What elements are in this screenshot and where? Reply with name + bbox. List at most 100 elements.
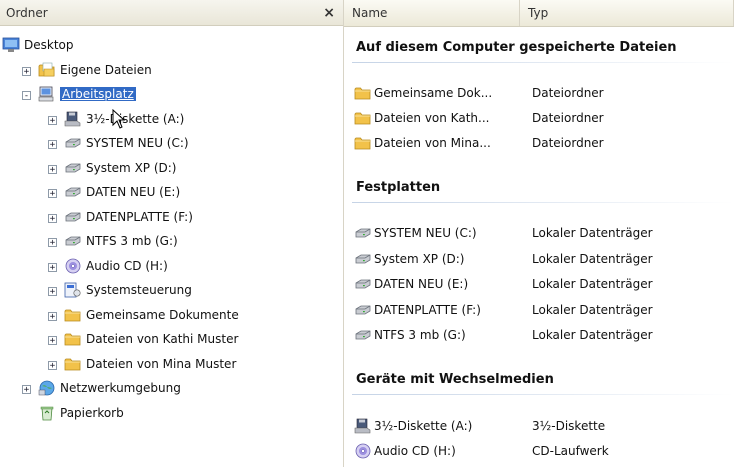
- item-type: Lokaler Datenträger: [532, 251, 653, 266]
- tree-item-label[interactable]: Systemsteuerung: [86, 283, 192, 297]
- tree-item[interactable]: + DATENPLATTE (F:): [0, 206, 343, 231]
- expand-toggle[interactable]: +: [48, 360, 57, 370]
- list-item[interactable]: System XP (D:) Lokaler Datenträger: [354, 249, 724, 269]
- cd-drive-icon: [354, 443, 372, 459]
- my-computer-icon: [38, 86, 56, 104]
- list-item[interactable]: Gemeinsame Dok... Dateiordner: [354, 83, 724, 103]
- hard-drive-icon: [64, 135, 82, 153]
- tree-item-label[interactable]: Arbeitsplatz: [60, 87, 136, 101]
- expand-toggle[interactable]: +: [48, 140, 57, 150]
- tree-item-label[interactable]: Eigene Dateien: [60, 63, 152, 77]
- item-type: Lokaler Datenträger: [532, 302, 653, 317]
- cd-drive-icon: [64, 258, 82, 276]
- folder-pane-header: Ordner ×: [0, 0, 343, 26]
- tree-item-label[interactable]: DATEN NEU (E:): [86, 185, 180, 199]
- tree-item[interactable]: + Audio CD (H:): [0, 255, 343, 280]
- tree-item[interactable]: + DATEN NEU (E:): [0, 181, 343, 206]
- column-header-name[interactable]: Name: [344, 0, 520, 26]
- group-heading: Geräte mit Wechselmedien: [356, 372, 554, 387]
- item-type: Dateiordner: [532, 136, 604, 150]
- list-item[interactable]: DATEN NEU (E:) Lokaler Datenträger: [354, 274, 724, 294]
- network-icon: [38, 380, 56, 398]
- control-panel-icon: [64, 282, 82, 300]
- item-name: 3½-Diskette (A:): [374, 419, 473, 433]
- item-type: Lokaler Datenträger: [532, 277, 653, 291]
- group-divider: [352, 202, 734, 203]
- tree-item[interactable]: +3½-Diskette (A:): [0, 108, 343, 133]
- item-name: Gemeinsame Dok...: [374, 86, 493, 100]
- column-headers: Name Typ: [344, 0, 734, 27]
- tree-item[interactable]: Desktop: [0, 34, 343, 59]
- recycle-bin-icon: [38, 405, 56, 423]
- expand-toggle[interactable]: +: [22, 385, 31, 395]
- expand-toggle[interactable]: +: [48, 336, 57, 346]
- group-heading: Auf diesem Computer gespeicherte Dateien: [356, 40, 677, 55]
- collapse-toggle[interactable]: -: [22, 91, 31, 101]
- list-item[interactable]: Dateien von Mina... Dateiordner: [354, 133, 724, 153]
- folder-icon: [354, 110, 372, 126]
- folder-icon: [64, 356, 82, 374]
- item-name: Dateien von Mina...: [374, 136, 491, 150]
- floppy-drive-icon: [64, 111, 82, 129]
- hard-drive-icon: [64, 184, 82, 202]
- tree-item[interactable]: + System XP (D:): [0, 157, 343, 182]
- expand-toggle[interactable]: +: [48, 287, 57, 297]
- close-pane-button[interactable]: ×: [323, 5, 335, 21]
- contents-pane: Name Typ Auf diesem Computer gespeichert…: [344, 0, 734, 467]
- item-name: DATENPLATTE (F:): [374, 302, 481, 317]
- expand-toggle[interactable]: +: [48, 164, 57, 174]
- tree-item[interactable]: + SYSTEM NEU (C:): [0, 132, 343, 157]
- item-type: Dateiordner: [532, 111, 604, 125]
- tree-item[interactable]: + Gemeinsame Dokumente: [0, 304, 343, 329]
- tree-item-label[interactable]: Papierkorb: [60, 406, 124, 420]
- item-name: SYSTEM NEU (C:): [374, 226, 477, 240]
- tree-item-label[interactable]: Dateien von Kathi Muster: [86, 332, 238, 346]
- tree-item-label[interactable]: Dateien von Mina Muster: [86, 357, 236, 371]
- list-item[interactable]: DATENPLATTE (F:) Lokaler Datenträger: [354, 300, 724, 320]
- hard-drive-icon: [64, 233, 82, 251]
- tree-item[interactable]: + Eigene Dateien: [0, 59, 343, 84]
- item-type: Lokaler Datenträger: [532, 328, 653, 342]
- hard-drive-icon: [354, 276, 372, 292]
- expand-toggle[interactable]: +: [48, 189, 57, 199]
- folder-tree: Desktop + Eigene Dateien - Arbeitsplatz +3½-D…: [0, 34, 343, 426]
- tree-item-label[interactable]: SYSTEM NEU (C:): [86, 136, 189, 150]
- expand-toggle[interactable]: +: [48, 262, 57, 272]
- hard-drive-icon: [354, 251, 372, 267]
- list-item[interactable]: Dateien von Kath... Dateiordner: [354, 108, 724, 128]
- hard-drive-icon: [354, 302, 372, 318]
- tree-item[interactable]: Papierkorb: [0, 402, 343, 427]
- hard-drive-icon: [354, 327, 372, 343]
- expand-toggle[interactable]: +: [48, 115, 57, 125]
- tree-item[interactable]: + Dateien von Mina Muster: [0, 353, 343, 378]
- tree-item-label[interactable]: System XP (D:): [86, 161, 176, 175]
- tree-item[interactable]: - Arbeitsplatz: [0, 83, 343, 108]
- tree-item-label[interactable]: Netzwerkumgebung: [60, 381, 181, 395]
- folder-pane-title: Ordner: [6, 5, 48, 20]
- tree-item-label[interactable]: Audio CD (H:): [86, 259, 168, 273]
- item-type: CD-Laufwerk: [532, 444, 609, 458]
- tree-item-label[interactable]: Desktop: [24, 38, 74, 52]
- tree-item[interactable]: + Systemsteuerung: [0, 279, 343, 304]
- item-type: Dateiordner: [532, 86, 604, 100]
- item-type: 3½-Diskette: [532, 419, 606, 433]
- list-item[interactable]: SYSTEM NEU (C:) Lokaler Datenträger: [354, 223, 724, 243]
- tree-item-label[interactable]: 3½-Diskette (A:): [86, 112, 184, 126]
- group-heading: Festplatten: [356, 180, 441, 195]
- tree-item[interactable]: + Dateien von Kathi Muster: [0, 328, 343, 353]
- expand-toggle[interactable]: +: [48, 311, 57, 321]
- my-documents-icon: [38, 62, 56, 80]
- expand-toggle[interactable]: +: [48, 213, 57, 223]
- tree-item[interactable]: + Netzwerkumgebung: [0, 377, 343, 402]
- hard-drive-icon: [354, 225, 372, 241]
- expand-toggle[interactable]: +: [48, 238, 57, 248]
- list-item[interactable]: NTFS 3 mb (G:) Lokaler Datenträger: [354, 325, 724, 345]
- tree-item-label[interactable]: NTFS 3 mb (G:): [86, 234, 178, 248]
- column-header-type[interactable]: Typ: [520, 0, 734, 26]
- expand-toggle[interactable]: +: [22, 66, 31, 76]
- list-item[interactable]: 3½-Diskette (A:) 3½-Diskette: [354, 416, 724, 436]
- tree-item-label[interactable]: Gemeinsame Dokumente: [86, 308, 239, 322]
- tree-item-label[interactable]: DATENPLATTE (F:): [86, 210, 193, 224]
- tree-item[interactable]: + NTFS 3 mb (G:): [0, 230, 343, 255]
- list-item[interactable]: Audio CD (H:) CD-Laufwerk: [354, 441, 724, 461]
